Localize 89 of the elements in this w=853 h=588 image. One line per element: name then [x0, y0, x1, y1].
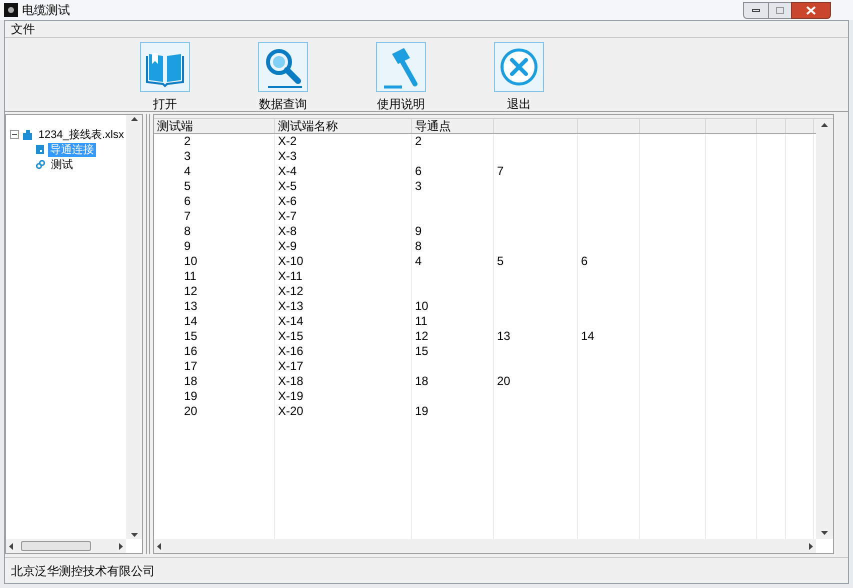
scroll-up-icon: [130, 117, 138, 121]
table-cell-text: 20: [183, 404, 198, 419]
table-cell-text: 18: [183, 374, 198, 389]
horizontal-scrollbar[interactable]: [6, 539, 126, 553]
toolbar-button[interactable]: 打开: [115, 42, 215, 113]
table-cell-text: 3: [414, 179, 423, 194]
table-cell-text: 18: [414, 374, 430, 389]
scroll-right-icon: [809, 542, 813, 550]
horizontal-scrollbar[interactable]: [154, 539, 816, 553]
scroll-left-icon: [9, 542, 13, 550]
minimize-button[interactable]: [743, 2, 769, 18]
table-cell-text: 20: [496, 374, 512, 389]
scroll-up-icon: [821, 123, 828, 127]
table-cell-text: 15: [414, 344, 430, 359]
table-cell-text: 13: [496, 329, 512, 344]
table-cell-text: 5: [496, 254, 505, 269]
table-cell-text: 4: [183, 164, 192, 179]
file-icon: [22, 130, 32, 140]
table-cell-text: X-18: [277, 374, 304, 389]
window-title: 电缆测试: [22, 2, 70, 19]
table-cell-text: X-6: [277, 194, 298, 209]
table-cell-text: 6: [580, 254, 589, 269]
table-cell-text: 4: [414, 254, 423, 269]
toolbar-button[interactable]: 数据查询: [233, 42, 333, 113]
vertical-scrollbar[interactable]: [816, 119, 833, 539]
table-cell-text: 19: [183, 389, 198, 404]
table-cell-text: X-20: [277, 404, 304, 419]
table-cell-text: 2: [183, 134, 192, 149]
table-cell-text: 17: [183, 359, 198, 374]
table-cell-text: 6: [414, 164, 423, 179]
toolbar-button[interactable]: 使用说明: [351, 42, 451, 113]
table-cell-text: 11: [414, 314, 428, 329]
scroll-right-icon: [119, 542, 123, 550]
toolbar-button[interactable]: 退出: [469, 42, 569, 113]
table-cell-text: X-15: [277, 329, 304, 344]
table-cell-text: 10: [414, 299, 430, 314]
column-header[interactable]: 测试端名称: [275, 119, 412, 133]
link-icon: [36, 160, 45, 169]
table-cell-text: X-2: [277, 134, 298, 149]
table-cell-text: X-3: [277, 149, 298, 164]
table-icon: [36, 145, 44, 154]
table-cell-text: 3: [183, 149, 192, 164]
table-cell-text: 11: [183, 269, 198, 284]
scroll-down-icon: [130, 533, 138, 537]
table-cell-text: 10: [183, 254, 198, 269]
column-header[interactable]: 测试端: [154, 119, 275, 133]
table-cell-text: 12: [183, 284, 198, 299]
table-cell-text: 14: [580, 329, 596, 344]
table-cell-text: X-10: [277, 254, 304, 269]
table-cell-text: 5: [183, 179, 192, 194]
tree-item[interactable]: 1234_接线表.xlsx: [36, 128, 126, 142]
table-cell-text: 6: [183, 194, 192, 209]
close-icon: [806, 6, 816, 14]
table-cell-text: 2: [414, 134, 423, 149]
table-cell-text: 15: [183, 329, 198, 344]
status-text: 北京泛华测控技术有限公司: [11, 562, 155, 580]
table-cell-text: 7: [183, 209, 192, 224]
table-cell-text: 9: [183, 239, 192, 254]
table-cell-text: 8: [183, 224, 192, 239]
scroll-thumb[interactable]: [21, 541, 91, 551]
table-cell-text: X-4: [277, 164, 298, 179]
table-cell-text: X-14: [277, 314, 304, 329]
column-header[interactable]: 导通点: [412, 119, 494, 133]
vertical-scrollbar[interactable]: [126, 115, 142, 539]
collapse-icon[interactable]: [10, 130, 19, 139]
menu-item[interactable]: 文件: [5, 21, 41, 37]
table-cell-text: 13: [183, 299, 198, 314]
table-cell-text: 9: [414, 224, 423, 239]
table-cell-text: 12: [414, 329, 430, 344]
table-cell-text: X-13: [277, 299, 304, 314]
table-cell-text: X-8: [277, 224, 298, 239]
table-cell-text: 8: [414, 239, 423, 254]
table-cell-text: X-17: [277, 359, 304, 374]
table-cell-text: X-11: [277, 269, 304, 284]
table-cell-text: X-16: [277, 344, 304, 359]
table-cell-text: 7: [496, 164, 505, 179]
table-cell-text: 19: [414, 404, 430, 419]
table-cell-text: X-9: [277, 239, 298, 254]
table-cell-text: X-12: [277, 284, 304, 299]
app-icon: [4, 3, 18, 17]
tree-item[interactable]: 测试: [49, 158, 75, 172]
table-cell-text: 16: [183, 344, 198, 359]
close-button[interactable]: [791, 2, 831, 18]
table-cell-text: X-5: [277, 179, 298, 194]
scroll-left-icon: [157, 542, 161, 550]
table-cell-text: X-19: [277, 389, 304, 404]
table-cell-text: 14: [183, 314, 198, 329]
scroll-down-icon: [821, 531, 828, 535]
table-cell-text: X-7: [277, 209, 298, 224]
